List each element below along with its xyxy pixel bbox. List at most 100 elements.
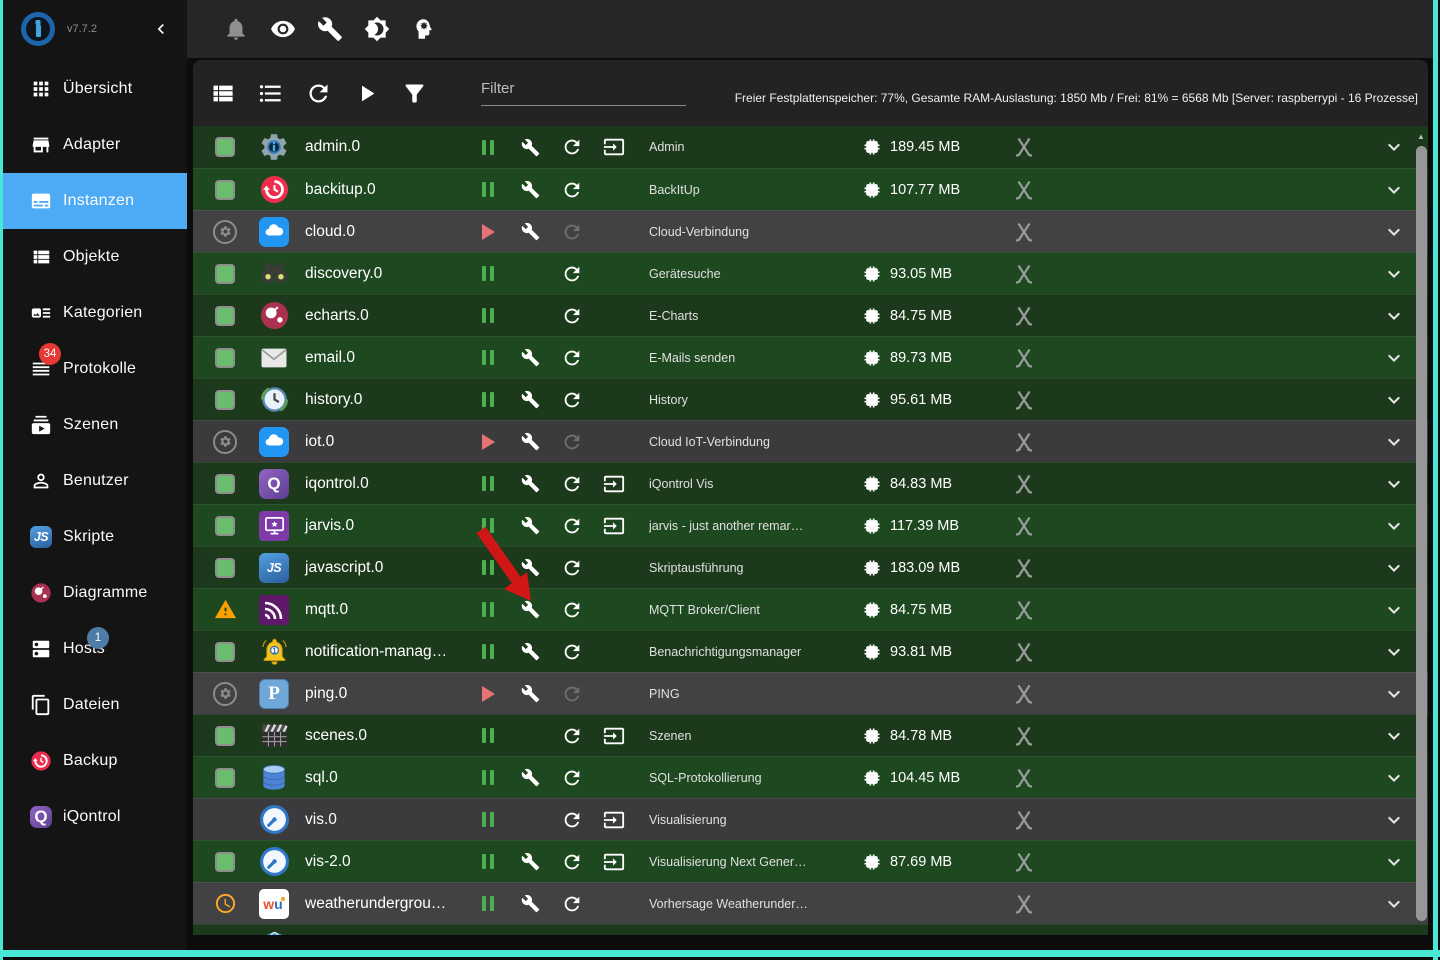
pause-button[interactable] [482, 896, 495, 911]
expand-chevron-icon[interactable] [1382, 850, 1406, 874]
expand-chevron-icon[interactable] [1382, 430, 1406, 454]
open-ui-button[interactable] [603, 725, 625, 747]
pause-button[interactable] [482, 350, 495, 365]
play-button[interactable] [482, 434, 495, 450]
settings-wrench-button[interactable] [521, 138, 540, 157]
restart-button[interactable] [561, 725, 583, 747]
expand-chevron-icon[interactable] [1382, 724, 1406, 748]
sidebar-item-protokolle[interactable]: 34Protokolle [3, 341, 187, 397]
sidebar-item-diagramme[interactable]: Diagramme [3, 565, 187, 621]
reload-instances-icon[interactable] [305, 80, 332, 107]
settings-wrench-button[interactable] [521, 516, 540, 535]
restart-button[interactable] [561, 599, 583, 621]
sidebar-item-backup[interactable]: Backup [3, 733, 187, 789]
notifications-icon[interactable] [223, 16, 249, 42]
list-view-icon[interactable] [257, 80, 284, 107]
expand-chevron-icon[interactable] [1382, 514, 1406, 538]
pause-button[interactable] [482, 644, 495, 659]
instances-view-icon[interactable] [209, 80, 236, 107]
settings-wrench-button[interactable] [521, 180, 540, 199]
open-ui-button[interactable] [603, 515, 625, 537]
expert-mode-icon[interactable] [411, 16, 437, 42]
play-button[interactable] [482, 686, 495, 702]
restart-button[interactable] [561, 347, 583, 369]
restart-button[interactable] [561, 179, 583, 201]
scrollbar-thumb[interactable] [1416, 146, 1427, 921]
pause-button[interactable] [482, 182, 495, 197]
expand-chevron-icon[interactable] [1382, 178, 1406, 202]
restart-button[interactable] [561, 893, 583, 915]
pause-button[interactable] [482, 518, 495, 533]
settings-wrench-button[interactable] [521, 222, 540, 241]
sidebar-item-dateien[interactable]: Dateien [3, 677, 187, 733]
pause-button[interactable] [482, 812, 495, 827]
expand-chevron-icon[interactable] [1382, 135, 1406, 159]
expand-chevron-icon[interactable] [1382, 346, 1406, 370]
pause-button[interactable] [482, 770, 495, 785]
theme-toggle-icon[interactable] [364, 16, 390, 42]
sidebar-item-benutzer[interactable]: Benutzer [3, 453, 187, 509]
pause-button[interactable] [482, 560, 495, 575]
scrollbar-up-icon[interactable]: ▲ [1417, 132, 1425, 141]
filter-input[interactable] [481, 74, 686, 106]
expand-chevron-icon[interactable] [1382, 808, 1406, 832]
settings-wrench-button[interactable] [521, 684, 540, 703]
restart-button[interactable] [561, 767, 583, 789]
play-all-icon[interactable] [353, 80, 380, 107]
restart-button[interactable] [561, 305, 583, 327]
filter-icon[interactable] [401, 80, 428, 107]
sidebar-item-übersicht[interactable]: Übersicht [3, 61, 187, 117]
expand-chevron-icon[interactable] [1382, 262, 1406, 286]
sidebar-item-skripte[interactable]: JSSkripte [3, 509, 187, 565]
expand-chevron-icon[interactable] [1382, 682, 1406, 706]
open-ui-button[interactable] [603, 473, 625, 495]
restart-button[interactable] [561, 557, 583, 579]
expand-chevron-icon[interactable] [1382, 934, 1406, 936]
maintenance-wrench-icon[interactable] [317, 16, 343, 42]
open-ui-button[interactable] [603, 136, 625, 158]
sidebar-item-hosts[interactable]: 1Hosts [3, 621, 187, 677]
open-ui-button[interactable] [603, 935, 625, 936]
restart-button[interactable] [561, 935, 583, 936]
expand-chevron-icon[interactable] [1382, 220, 1406, 244]
settings-wrench-button[interactable] [521, 474, 540, 493]
settings-wrench-button[interactable] [521, 852, 540, 871]
restart-button[interactable] [561, 136, 583, 158]
settings-wrench-button[interactable] [521, 558, 540, 577]
settings-wrench-button[interactable] [521, 348, 540, 367]
expand-chevron-icon[interactable] [1382, 388, 1406, 412]
settings-wrench-button[interactable] [521, 642, 540, 661]
expand-chevron-icon[interactable] [1382, 556, 1406, 580]
settings-wrench-button[interactable] [521, 894, 540, 913]
pause-button[interactable] [482, 728, 495, 743]
sidebar-item-szenen[interactable]: Szenen [3, 397, 187, 453]
restart-button[interactable] [561, 851, 583, 873]
pause-button[interactable] [482, 854, 495, 869]
open-ui-button[interactable] [603, 809, 625, 831]
pause-button[interactable] [482, 308, 495, 323]
open-ui-button[interactable] [603, 851, 625, 873]
expand-chevron-icon[interactable] [1382, 892, 1406, 916]
settings-wrench-button[interactable] [521, 390, 540, 409]
restart-button[interactable] [561, 641, 583, 663]
pause-button[interactable] [482, 392, 495, 407]
collapse-sidebar-icon[interactable] [151, 19, 171, 39]
restart-button[interactable] [561, 263, 583, 285]
expand-chevron-icon[interactable] [1382, 640, 1406, 664]
expand-chevron-icon[interactable] [1382, 304, 1406, 328]
pause-button[interactable] [482, 602, 495, 617]
sidebar-item-kategorien[interactable]: Kategorien [3, 285, 187, 341]
settings-wrench-button[interactable] [521, 432, 540, 451]
expand-chevron-icon[interactable] [1382, 472, 1406, 496]
settings-wrench-button[interactable] [521, 768, 540, 787]
sidebar-item-objekte[interactable]: Objekte [3, 229, 187, 285]
expand-chevron-icon[interactable] [1382, 598, 1406, 622]
play-button[interactable] [482, 224, 495, 240]
sidebar-item-instanzen[interactable]: Instanzen [3, 173, 187, 229]
expand-chevron-icon[interactable] [1382, 766, 1406, 790]
settings-wrench-button[interactable] [521, 600, 540, 619]
visibility-icon[interactable] [270, 16, 296, 42]
sidebar-item-adapter[interactable]: Adapter [3, 117, 187, 173]
pause-button[interactable] [482, 140, 495, 155]
sidebar-item-iqontrol[interactable]: QiQontrol [3, 789, 187, 845]
